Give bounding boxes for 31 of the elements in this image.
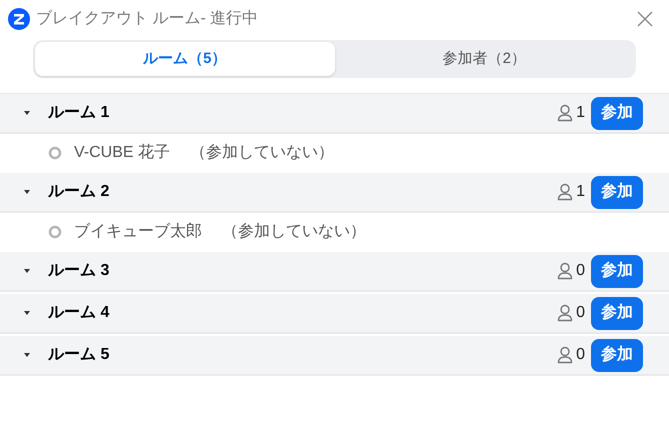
participant-count: 1 — [576, 182, 585, 202]
tab[interactable]: ルーム（5） — [35, 42, 334, 76]
participant-count: 1 — [576, 103, 585, 123]
close-icon[interactable] — [637, 11, 653, 27]
participant-name: V-CUBE 花子 — [74, 142, 170, 162]
join-button[interactable]: 参加 — [591, 176, 643, 208]
room-name: ルーム 1 — [48, 103, 110, 123]
participant-name: ブイキューブ太郎 — [74, 222, 202, 242]
room-name: ルーム 2 — [48, 182, 110, 202]
join-button[interactable]: 参加 — [591, 296, 643, 330]
participant-count: 0 — [576, 345, 585, 365]
person-icon — [557, 304, 574, 322]
participant-status: （参加していない） — [190, 142, 334, 162]
status-circle-icon — [48, 224, 62, 238]
person-icon — [557, 262, 574, 280]
window-title: ブレイクアウト ルーム- 進行中 — [36, 8, 258, 29]
participant-status: （参加していない） — [222, 222, 366, 242]
person-icon — [557, 104, 574, 122]
room-name: ルーム 3 — [48, 261, 110, 281]
participant-count: 0 — [576, 261, 585, 281]
join-button[interactable]: 参加 — [591, 254, 643, 288]
status-circle-icon — [48, 146, 62, 160]
room-name: ルーム 4 — [48, 303, 110, 323]
participant-count: 0 — [576, 303, 585, 323]
app-logo-icon — [8, 8, 30, 30]
person-icon — [557, 346, 574, 364]
join-button[interactable]: 参加 — [591, 96, 643, 130]
tab[interactable]: 参加者（2） — [334, 42, 634, 76]
person-icon — [557, 183, 574, 201]
join-button[interactable]: 参加 — [591, 338, 643, 372]
room-name: ルーム 5 — [48, 345, 110, 365]
